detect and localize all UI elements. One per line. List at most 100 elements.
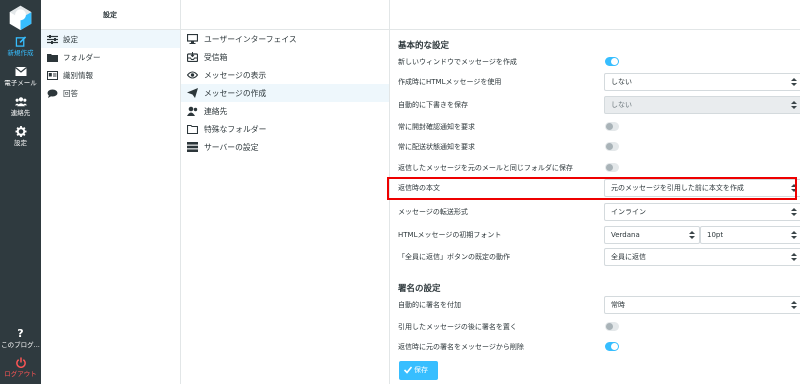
select-value: 常時 (611, 301, 625, 309)
html-compose-select[interactable]: しない (604, 73, 800, 91)
question-icon: ? (17, 327, 24, 340)
sliders-icon (47, 34, 58, 44)
contacts-icon (187, 106, 198, 116)
select-value: インライン (611, 208, 646, 216)
gear-icon (15, 126, 26, 137)
default-font-select[interactable]: Verdana (604, 226, 700, 244)
setting-row-signature-below-quote: 引用したメッセージの後に署名を置く (398, 317, 794, 337)
setting-label: 自動的に署名を付加 (398, 301, 461, 309)
monitor-icon (187, 34, 198, 44)
setting-row-auto-signature: 自動的に署名を付加 常時 (398, 295, 800, 315)
reply-same-folder-toggle[interactable] (605, 163, 619, 172)
rail-logout[interactable]: ログアウト (0, 357, 41, 378)
rail-logout-label: ログアウト (4, 370, 37, 378)
eye-icon (187, 71, 198, 79)
users-icon (14, 97, 27, 107)
rail-about-label: このブログ... (1, 341, 40, 349)
setting-row-html-compose: 作成時にHTMLメッセージを使用 しない (398, 72, 800, 92)
select-arrows-icon (791, 230, 797, 240)
section-title-signature: 署名の設定 (398, 284, 441, 294)
select-arrows-icon (689, 230, 695, 240)
setting-row-read-receipt: 常に開封確認通知を要求 (398, 117, 794, 137)
paper-plane-icon (187, 88, 198, 98)
setting-row-reply-same-folder: 返信したメッセージを元のメールと同じフォルダに保存 (398, 158, 794, 178)
select-value: しない (611, 78, 632, 86)
setting-label: 返信時に元の署名をメッセージから削除 (398, 343, 524, 351)
settings-item-responses[interactable]: 回答 (41, 84, 180, 102)
envelope-icon (14, 67, 27, 76)
setting-label: 返信したメッセージを元のメールと同じフォルダに保存 (398, 164, 573, 172)
reply-all-select[interactable]: 全員に返信 (604, 248, 800, 266)
section-item-special-folders[interactable]: 特殊なフォルダー (181, 120, 389, 138)
section-item-label: サーバーの設定 (204, 142, 259, 152)
nav-rail: 新規作成 電子メール 連絡先 設定 ? このブログ... ログアウト (0, 0, 41, 384)
section-item-label: 特殊なフォルダー (204, 124, 267, 134)
section-item-compose[interactable]: メッセージの作成 (181, 84, 389, 102)
section-item-inbox[interactable]: 受信箱 (181, 48, 389, 66)
settings-item-label: 回答 (63, 88, 78, 98)
compose-icon (15, 36, 26, 47)
power-icon (15, 357, 26, 368)
setting-label: 引用したメッセージの後に署名を置く (398, 323, 517, 331)
section-item-display[interactable]: メッセージの表示 (181, 66, 389, 84)
sections-menu: ユーザーインターフェイス 受信箱 メッセージの表示 メッセージの作成 連絡先 特… (181, 0, 390, 384)
setting-row-forward-type: メッセージの転送形式 インライン (398, 202, 800, 222)
section-title-basic: 基本的な設定 (398, 41, 450, 51)
folder-icon (47, 53, 58, 62)
save-button-label: 保存 (414, 366, 428, 374)
save-button[interactable]: 保存 (399, 361, 438, 380)
chat-icon (47, 89, 58, 98)
rail-contacts-label: 連絡先 (10, 109, 31, 117)
section-item-label: 連絡先 (204, 106, 228, 116)
select-arrows-icon (791, 252, 797, 262)
settings-item-folders[interactable]: フォルダー (41, 48, 180, 66)
folder-outline-icon (187, 124, 198, 134)
settings-item-preferences[interactable]: 設定 (41, 30, 180, 48)
settings-item-label: フォルダー (63, 52, 101, 62)
settings-item-identities[interactable]: 識別情報 (41, 66, 180, 84)
select-value: しない (611, 101, 632, 109)
setting-label: HTMLメッセージの初期フォント (398, 231, 502, 239)
setting-row-new-window: 新しいウィンドウでメッセージを作成 (398, 52, 794, 72)
default-font-size-select[interactable]: 10pt (700, 226, 800, 244)
reply-mode-select[interactable]: 元のメッセージを引用した前に本文を作成 (604, 179, 800, 197)
strip-signature-toggle[interactable] (605, 342, 619, 351)
auto-signature-select[interactable]: 常時 (604, 296, 800, 314)
section-item-label: 受信箱 (204, 52, 228, 62)
setting-label: 「全員に返信」ボタンの既定の動作 (398, 253, 510, 261)
app-logo-icon (9, 5, 32, 31)
server-icon (187, 142, 198, 152)
read-receipt-toggle[interactable] (605, 122, 619, 131)
select-value: 10pt (707, 231, 724, 239)
setting-label: メッセージの転送形式 (398, 208, 468, 216)
select-arrows-icon (791, 207, 797, 217)
dsn-toggle[interactable] (605, 142, 619, 151)
select-value: Verdana (611, 231, 640, 239)
signature-below-quote-toggle[interactable] (605, 322, 619, 331)
setting-row-draft-autosave: 自動的に下書きを保存 しない (398, 95, 800, 115)
draft-autosave-select: しない (604, 96, 800, 114)
section-item-server[interactable]: サーバーの設定 (181, 138, 389, 156)
rail-mail-label: 電子メール (4, 79, 37, 87)
check-icon (404, 366, 412, 374)
select-arrows-icon (791, 77, 797, 87)
panel-header (390, 0, 800, 30)
rail-contacts[interactable]: 連絡先 (0, 96, 41, 117)
rail-settings[interactable]: 設定 (0, 126, 41, 147)
setting-label: 自動的に下書きを保存 (398, 101, 468, 109)
rail-mail[interactable]: 電子メール (0, 66, 41, 87)
inbox-icon (187, 52, 198, 62)
section-item-contacts[interactable]: 連絡先 (181, 102, 389, 120)
new-window-toggle[interactable] (605, 57, 619, 66)
setting-row-reply-mode: 返信時の本文 元のメッセージを引用した前に本文を作成 (398, 178, 800, 198)
setting-label: 作成時にHTMLメッセージを使用 (398, 78, 502, 86)
forward-type-select[interactable]: インライン (604, 203, 800, 221)
select-arrows-icon (791, 300, 797, 310)
compose-settings-panel: 基本的な設定 新しいウィンドウでメッセージを作成 作成時にHTMLメッセージを使… (390, 0, 800, 384)
section-item-ui[interactable]: ユーザーインターフェイス (181, 30, 389, 48)
section-item-label: メッセージの表示 (204, 70, 267, 80)
setting-row-dsn: 常に配送状態通知を要求 (398, 137, 794, 157)
setting-label: 常に開封確認通知を要求 (398, 123, 475, 131)
rail-about[interactable]: ? このブログ... (0, 328, 41, 349)
rail-compose[interactable]: 新規作成 (0, 36, 41, 57)
